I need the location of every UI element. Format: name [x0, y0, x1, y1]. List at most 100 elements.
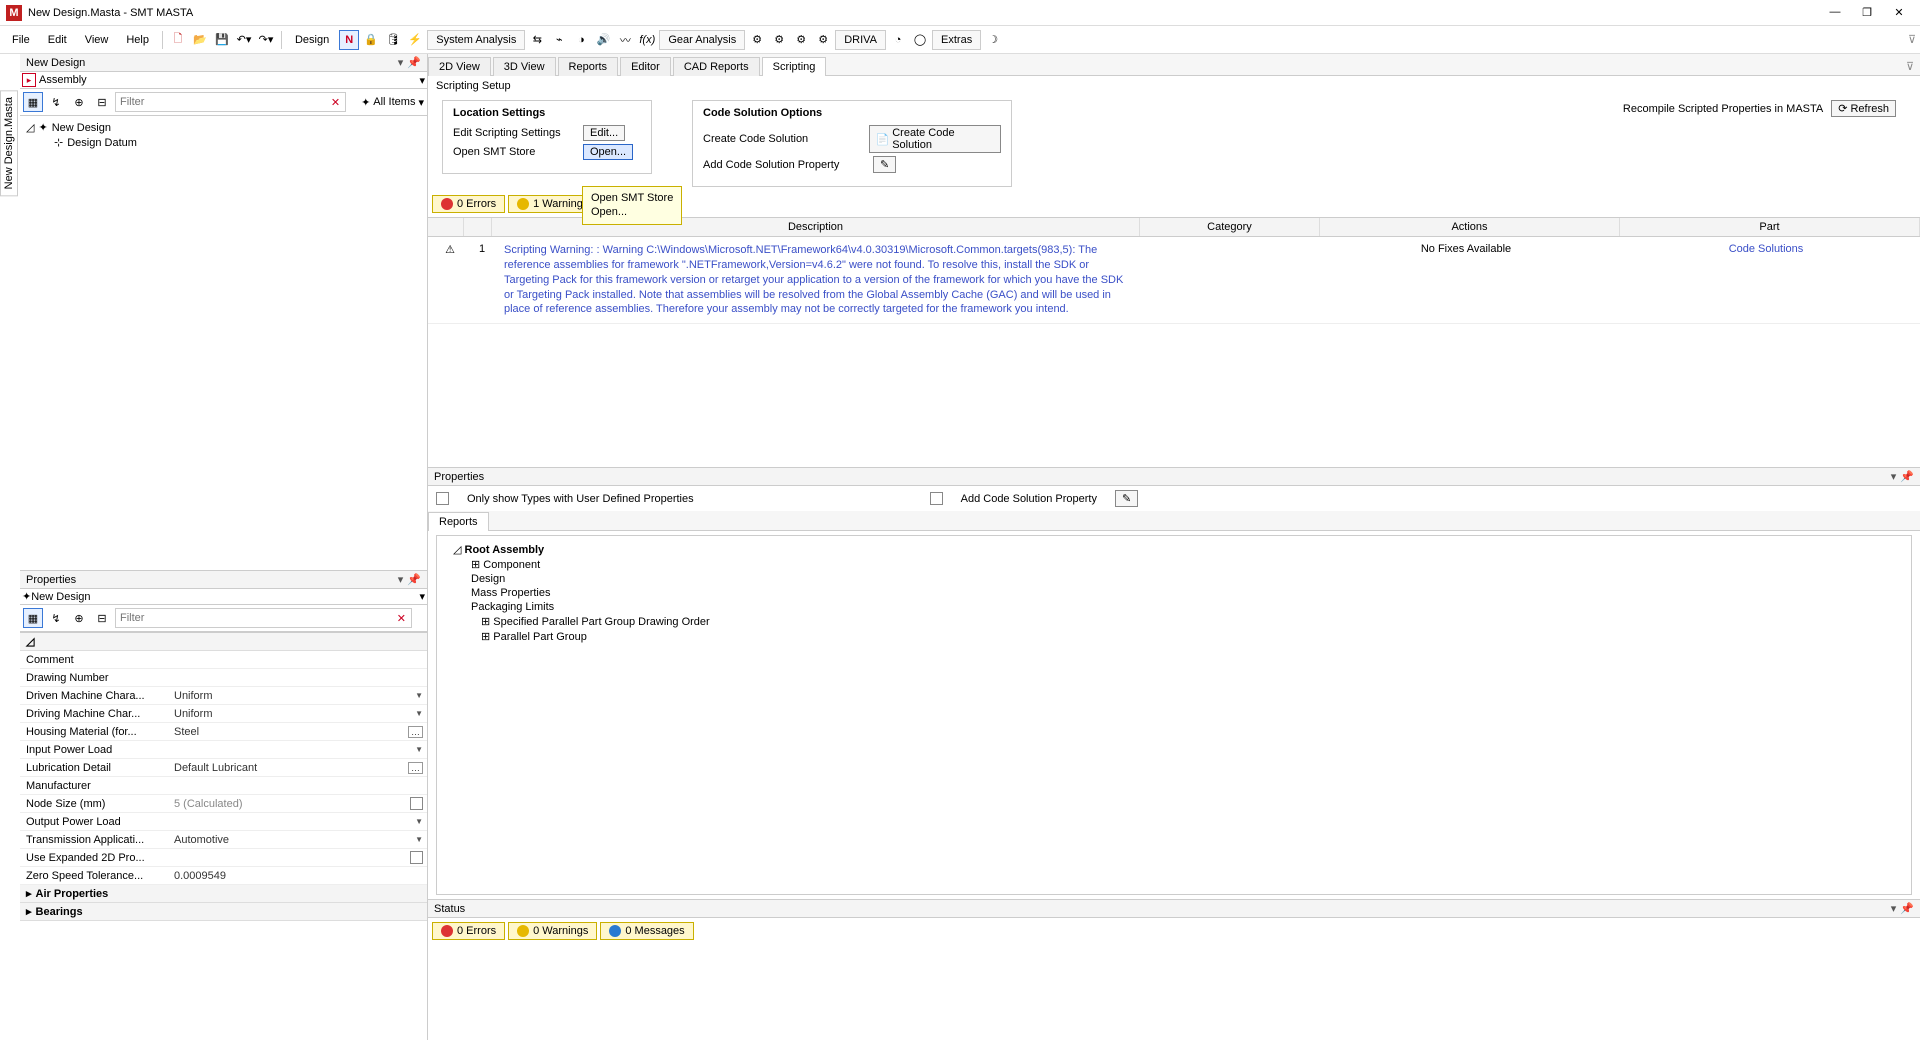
- status-messages-chip[interactable]: 0 Messages: [600, 922, 693, 940]
- pin-icon[interactable]: 📌: [407, 56, 421, 69]
- warning-row[interactable]: ⚠ 1 Scripting Warning: : Warning C:\Wind…: [428, 237, 1920, 324]
- menu-help[interactable]: Help: [118, 30, 157, 50]
- driva2-icon[interactable]: ◯: [910, 30, 930, 50]
- assembly-type-icon[interactable]: ▸: [22, 73, 36, 87]
- gear4-icon[interactable]: ⚙: [813, 30, 833, 50]
- menu-design[interactable]: Design: [287, 30, 337, 50]
- prop-view1-icon[interactable]: ▦: [23, 608, 43, 628]
- status-pin-icon[interactable]: 📌: [1900, 902, 1914, 915]
- code-solutions-link[interactable]: Code Solutions: [1729, 243, 1804, 255]
- tool4-icon[interactable]: 🔊: [593, 30, 613, 50]
- prop-group-header[interactable]: ▸ Air Properties: [20, 885, 427, 903]
- redo-icon[interactable]: ↷▾: [256, 30, 276, 50]
- prop-row[interactable]: Manufacturer: [20, 777, 427, 795]
- assembly-dropdown-icon[interactable]: ▾: [419, 74, 425, 87]
- errors-chip[interactable]: 0 Errors: [432, 195, 505, 213]
- tree-root-node[interactable]: ◿✦New Design: [26, 120, 421, 135]
- menu-edit[interactable]: Edit: [40, 30, 75, 50]
- db-icon[interactable]: 🛢: [383, 30, 403, 50]
- prop-filter-input[interactable]: [115, 608, 412, 628]
- expand-icon[interactable]: ◿: [26, 635, 34, 648]
- prop-clear-filter-icon[interactable]: ✕: [397, 612, 406, 625]
- tree-child-node[interactable]: ⊹Design Datum: [26, 135, 421, 150]
- extras1-icon[interactable]: ☽: [983, 30, 1003, 50]
- prop-row[interactable]: Use Expanded 2D Pro...: [20, 849, 427, 867]
- tab-cad-reports[interactable]: CAD Reports: [673, 57, 760, 76]
- prop-row[interactable]: Drawing Number: [20, 669, 427, 687]
- menu-view[interactable]: View: [77, 30, 117, 50]
- flash-icon[interactable]: ⚡: [405, 30, 425, 50]
- tool1-icon[interactable]: ⇆: [527, 30, 547, 50]
- mid-dd-icon[interactable]: ▾: [1891, 470, 1897, 483]
- prop-row[interactable]: Input Power Load▼: [20, 741, 427, 759]
- prop-view3-icon[interactable]: ⊕: [69, 608, 89, 628]
- only-show-checkbox[interactable]: [436, 492, 449, 505]
- create-code-button[interactable]: 📄 Create Code Solution: [869, 125, 1001, 153]
- menu-file[interactable]: File: [4, 30, 38, 50]
- open-store-button[interactable]: Open...: [583, 144, 633, 160]
- tool3-icon[interactable]: ◑: [571, 30, 591, 50]
- reports-tab[interactable]: Reports: [428, 512, 489, 531]
- prop-row[interactable]: Driving Machine Char...Uniform▼: [20, 705, 427, 723]
- new-file-icon[interactable]: 🗋: [168, 30, 188, 50]
- status-errors-chip[interactable]: 0 Errors: [432, 922, 505, 940]
- prop-row[interactable]: Transmission Applicati...Automotive▼: [20, 831, 427, 849]
- prop-row[interactable]: Lubrication DetailDefault Lubricant…: [20, 759, 427, 777]
- prop-context-dd-icon[interactable]: ▾: [419, 590, 425, 603]
- tab-overflow-icon[interactable]: ⊽: [1900, 58, 1920, 75]
- tab-3d-view[interactable]: 3D View: [493, 57, 556, 76]
- side-tab-design[interactable]: New Design.Masta: [0, 90, 18, 196]
- dropdown-icon[interactable]: ▾: [398, 56, 404, 69]
- reports-tree-node[interactable]: ⊞ Parallel Part Group: [445, 629, 1903, 644]
- extras-button[interactable]: Extras: [932, 30, 981, 50]
- prop-row[interactable]: Zero Speed Tolerance...0.0009549: [20, 867, 427, 885]
- prop-view4-icon[interactable]: ⊟: [92, 608, 112, 628]
- gear-analysis-button[interactable]: Gear Analysis: [659, 30, 745, 50]
- prop-dropdown-icon[interactable]: ▾: [398, 573, 404, 586]
- prop-row[interactable]: Comment: [20, 651, 427, 669]
- add-prop-checkbox[interactable]: [930, 492, 943, 505]
- status-dd-icon[interactable]: ▾: [1891, 902, 1897, 915]
- prop-view2-icon[interactable]: ↯: [46, 608, 66, 628]
- driva1-icon[interactable]: ◔: [888, 30, 908, 50]
- design-n-icon[interactable]: N: [339, 30, 359, 50]
- all-items-dropdown[interactable]: ✦ All Items ▾: [361, 96, 424, 109]
- maximize-button[interactable]: ❐: [1860, 6, 1874, 19]
- gear3-icon[interactable]: ⚙: [791, 30, 811, 50]
- undo-icon[interactable]: ↶▾: [234, 30, 254, 50]
- prop-group-header[interactable]: ▸ Bearings: [20, 903, 427, 921]
- clear-filter-icon[interactable]: ✕: [331, 96, 340, 109]
- prop-context-label[interactable]: New Design: [31, 591, 419, 603]
- reports-tree-node[interactable]: ⊞ Component: [445, 557, 1903, 572]
- tool5-icon[interactable]: 〰: [615, 30, 635, 50]
- refresh-button[interactable]: ⟳ Refresh: [1831, 100, 1896, 117]
- add-prop-button2[interactable]: ✎: [1115, 490, 1138, 507]
- tree-view2-icon[interactable]: ↯: [46, 92, 66, 112]
- edit-scripting-button[interactable]: Edit...: [583, 125, 625, 141]
- prop-row[interactable]: Output Power Load▼: [20, 813, 427, 831]
- minimize-button[interactable]: —: [1828, 6, 1842, 19]
- open-file-icon[interactable]: 📂: [190, 30, 210, 50]
- prop-row[interactable]: Node Size (mm)5 (Calculated): [20, 795, 427, 813]
- add-code-prop-button[interactable]: ✎: [873, 156, 896, 173]
- prop-row[interactable]: Driven Machine Chara...Uniform▼: [20, 687, 427, 705]
- driva-button[interactable]: DRIVA: [835, 30, 886, 50]
- toolbar-overflow-icon[interactable]: ⊽: [1908, 33, 1916, 46]
- warnings-chip[interactable]: 1 Warning: [508, 195, 592, 213]
- close-button[interactable]: ✕: [1892, 6, 1906, 19]
- tree-view3-icon[interactable]: ⊕: [69, 92, 89, 112]
- mid-pin-icon[interactable]: 📌: [1900, 470, 1914, 483]
- assembly-label[interactable]: Assembly: [39, 74, 419, 86]
- tree-filter-input[interactable]: [115, 92, 346, 112]
- fx-icon[interactable]: f(x): [637, 30, 657, 50]
- reports-tree-node[interactable]: Design: [445, 572, 1903, 586]
- tab-reports[interactable]: Reports: [558, 57, 619, 76]
- reports-tree-node[interactable]: ◿ Root Assembly: [445, 542, 1903, 557]
- tab-2d-view[interactable]: 2D View: [428, 57, 491, 76]
- tree-view4-icon[interactable]: ⊟: [92, 92, 112, 112]
- tab-editor[interactable]: Editor: [620, 57, 671, 76]
- lock-icon[interactable]: 🔒: [361, 30, 381, 50]
- gear1-icon[interactable]: ⚙: [747, 30, 767, 50]
- reports-tree-node[interactable]: Mass Properties: [445, 586, 1903, 600]
- tool2-icon[interactable]: ⌁: [549, 30, 569, 50]
